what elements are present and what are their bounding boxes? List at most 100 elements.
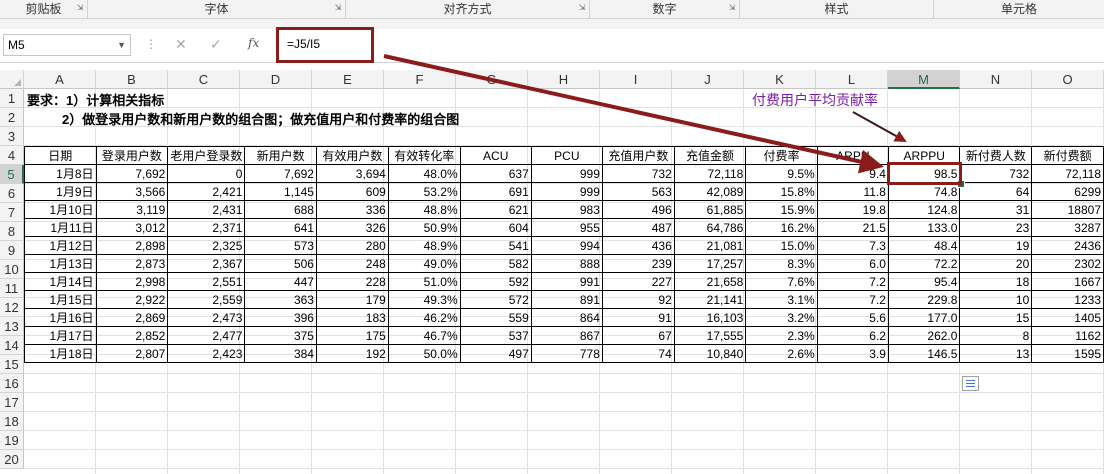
table-cell[interactable]: 691 xyxy=(459,182,532,201)
table-cell[interactable]: 0 xyxy=(167,164,246,183)
table-cell[interactable]: 49.3% xyxy=(387,290,461,309)
column-header-f[interactable]: F xyxy=(384,70,456,89)
table-cell[interactable]: 955 xyxy=(530,218,603,237)
table-cell[interactable]: 1月18日 xyxy=(24,344,97,363)
table-cell[interactable]: 582 xyxy=(459,254,532,273)
table-cell[interactable]: 2.6% xyxy=(745,344,818,363)
more-options-icon[interactable]: ⋮ xyxy=(145,37,157,51)
table-cell[interactable]: 7,692 xyxy=(95,164,169,183)
row-header-4[interactable]: 4 xyxy=(0,146,24,165)
table-cell[interactable]: 867 xyxy=(530,326,603,345)
table-cell[interactable]: 2.3% xyxy=(745,326,818,345)
column-header-cell[interactable]: ARPU xyxy=(816,146,889,165)
table-cell[interactable]: 384 xyxy=(244,344,317,363)
dialog-launcher-icon[interactable]: ⇲ xyxy=(334,4,342,12)
table-cell[interactable]: 6.0 xyxy=(816,254,889,273)
table-cell[interactable]: 6299 xyxy=(1031,182,1104,201)
table-cell[interactable]: 48.4 xyxy=(887,236,961,255)
table-cell[interactable]: 175 xyxy=(315,326,389,345)
table-cell[interactable]: 2,551 xyxy=(167,272,246,291)
table-cell[interactable]: 15.0% xyxy=(745,236,818,255)
table-cell[interactable]: 15.9% xyxy=(745,200,818,219)
table-cell[interactable]: 999 xyxy=(530,182,603,201)
column-header-j[interactable]: J xyxy=(672,70,744,89)
dialog-launcher-icon[interactable]: ⇲ xyxy=(578,4,586,12)
table-cell[interactable]: 50.9% xyxy=(387,218,461,237)
table-cell[interactable]: 991 xyxy=(530,272,603,291)
table-cell[interactable]: 609 xyxy=(315,182,389,201)
table-cell[interactable]: 8 xyxy=(959,326,1033,345)
table-cell[interactable]: 3,119 xyxy=(95,200,169,219)
select-all-button[interactable] xyxy=(0,70,24,89)
table-cell[interactable]: 239 xyxy=(601,254,675,273)
table-cell[interactable]: 19.8 xyxy=(816,200,889,219)
table-cell[interactable]: 2,559 xyxy=(167,290,246,309)
table-cell[interactable]: 2,421 xyxy=(167,182,246,201)
table-cell[interactable]: 19 xyxy=(959,236,1033,255)
table-cell[interactable]: 15.8% xyxy=(745,182,818,201)
table-cell[interactable]: 229.8 xyxy=(887,290,961,309)
row-header-12[interactable]: 12 xyxy=(0,298,24,317)
row-header-7[interactable]: 7 xyxy=(0,203,24,222)
table-cell[interactable]: 18 xyxy=(959,272,1033,291)
table-cell[interactable]: 2,473 xyxy=(167,308,246,327)
table-cell[interactable]: 146.5 xyxy=(887,344,961,363)
table-cell[interactable]: 67 xyxy=(601,326,675,345)
table-cell[interactable]: 21.5 xyxy=(816,218,889,237)
table-cell[interactable]: 2,922 xyxy=(95,290,169,309)
quick-analysis-icon[interactable] xyxy=(962,376,979,391)
table-cell[interactable]: 31 xyxy=(959,200,1033,219)
table-cell[interactable]: 537 xyxy=(459,326,532,345)
table-cell[interactable]: 262.0 xyxy=(887,326,961,345)
table-cell[interactable]: 563 xyxy=(601,182,675,201)
table-cell[interactable]: 248 xyxy=(315,254,389,273)
row-header-11[interactable]: 11 xyxy=(0,279,24,298)
table-cell[interactable]: 592 xyxy=(459,272,532,291)
table-cell[interactable]: 3.1% xyxy=(745,290,818,309)
table-cell[interactable]: 20 xyxy=(959,254,1033,273)
column-header-i[interactable]: I xyxy=(600,70,672,89)
table-cell[interactable]: 1月8日 xyxy=(24,164,97,183)
table-cell[interactable]: 1月14日 xyxy=(24,272,97,291)
table-cell[interactable]: 983 xyxy=(530,200,603,219)
table-cell[interactable]: 7.3 xyxy=(816,236,889,255)
table-cell[interactable]: 3,566 xyxy=(95,182,169,201)
column-header-l[interactable]: L xyxy=(816,70,888,89)
table-cell[interactable]: 183 xyxy=(315,308,389,327)
table-cell[interactable]: 228 xyxy=(315,272,389,291)
table-cell[interactable]: 994 xyxy=(530,236,603,255)
column-header-cell[interactable]: 有效用户数 xyxy=(315,146,389,165)
column-header-cell[interactable]: 日期 xyxy=(24,146,97,165)
column-header-cell[interactable]: 充值用户数 xyxy=(601,146,675,165)
table-cell[interactable]: 1162 xyxy=(1031,326,1104,345)
table-cell[interactable]: 3.2% xyxy=(745,308,818,327)
table-cell[interactable]: 179 xyxy=(315,290,389,309)
table-cell[interactable]: 95.4 xyxy=(887,272,961,291)
column-header-d[interactable]: D xyxy=(240,70,312,89)
column-header-k[interactable]: K xyxy=(744,70,816,89)
cancel-icon[interactable]: ✕ xyxy=(175,36,187,53)
table-cell[interactable]: 637 xyxy=(459,164,532,183)
table-cell[interactable]: 1,145 xyxy=(244,182,317,201)
row-header-13[interactable]: 13 xyxy=(0,317,24,336)
table-cell[interactable]: 72,118 xyxy=(673,164,747,183)
column-header-g[interactable]: G xyxy=(456,70,528,89)
table-cell[interactable]: 64,786 xyxy=(673,218,747,237)
table-cell[interactable]: 9.4 xyxy=(816,164,889,183)
table-cell[interactable]: 192 xyxy=(315,344,389,363)
row-header-15[interactable]: 15 xyxy=(0,355,24,374)
table-cell[interactable]: 18807 xyxy=(1031,200,1104,219)
table-cell[interactable]: 16,103 xyxy=(673,308,747,327)
table-cell[interactable]: 51.0% xyxy=(387,272,461,291)
table-cell[interactable]: 7.2 xyxy=(816,290,889,309)
dialog-launcher-icon[interactable]: ⇲ xyxy=(728,4,736,12)
table-cell[interactable]: 280 xyxy=(315,236,389,255)
column-header-cell[interactable]: 老用户登录数 xyxy=(167,146,246,165)
table-cell[interactable]: 72.2 xyxy=(887,254,961,273)
column-header-cell[interactable]: 登录用户数 xyxy=(95,146,169,165)
table-cell[interactable]: 778 xyxy=(530,344,603,363)
table-cell[interactable]: 53.2% xyxy=(387,182,461,201)
row-header-8[interactable]: 8 xyxy=(0,222,24,241)
table-cell[interactable]: 92 xyxy=(601,290,675,309)
table-cell[interactable]: 2,325 xyxy=(167,236,246,255)
